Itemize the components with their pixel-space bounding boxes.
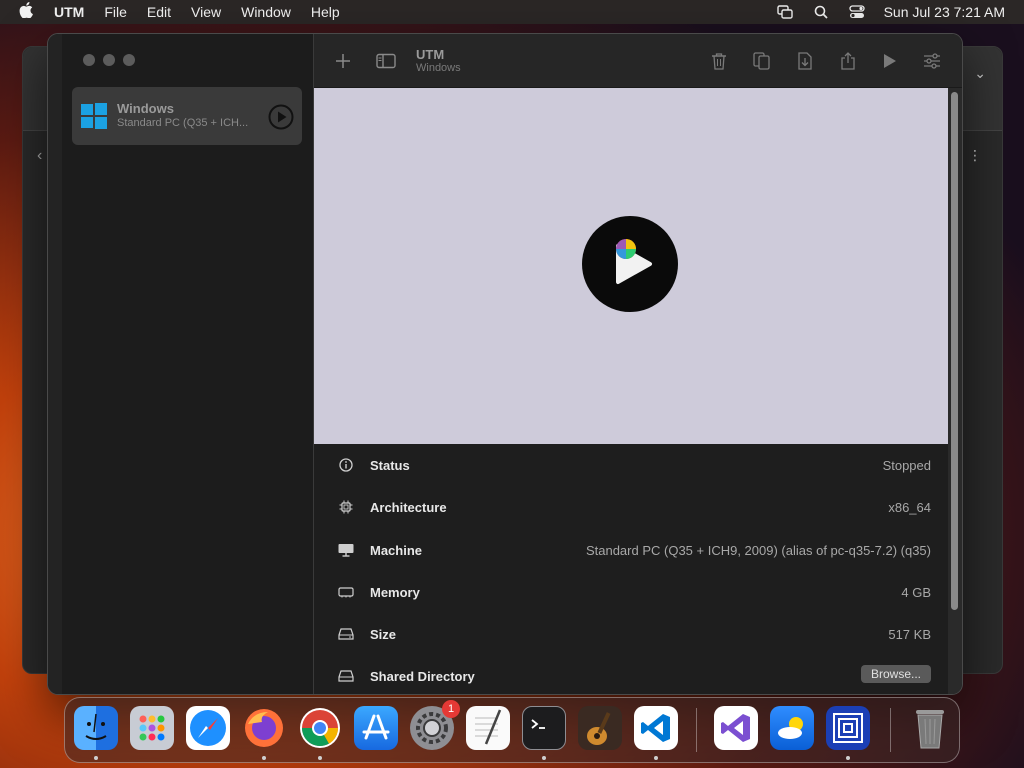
firefox-icon[interactable] bbox=[242, 706, 286, 750]
running-indicator bbox=[94, 756, 98, 760]
vm-details: Status Stopped Architecture x86_64 Machi… bbox=[314, 444, 948, 694]
utm-dock-icon[interactable] bbox=[826, 706, 870, 750]
toolbar-subtitle: Windows bbox=[416, 62, 461, 74]
play-icon-large bbox=[616, 239, 652, 284]
start-vm-button[interactable] bbox=[582, 216, 678, 312]
running-indicator bbox=[542, 756, 546, 760]
zoom-window-button[interactable] bbox=[123, 54, 135, 66]
utm-window: Windows Standard PC (Q35 + ICH... UTM Wi… bbox=[47, 33, 963, 695]
detail-value: x86_64 bbox=[888, 500, 931, 515]
scrollbar-thumb[interactable] bbox=[951, 92, 958, 610]
detail-row-size: Size 517 KB bbox=[314, 613, 948, 655]
detail-value: 4 GB bbox=[901, 585, 931, 600]
detail-row-status: Status Stopped bbox=[314, 444, 948, 486]
detail-label: Size bbox=[370, 627, 397, 642]
launchpad-icon[interactable] bbox=[130, 706, 174, 750]
window-left-edge bbox=[48, 34, 62, 694]
finder-icon[interactable] bbox=[74, 706, 118, 750]
detail-row-machine: Machine Standard PC (Q35 + ICH9, 2009) (… bbox=[314, 529, 948, 571]
detail-label: Machine bbox=[370, 543, 423, 558]
settings-icon[interactable] bbox=[922, 51, 942, 71]
browse-button[interactable]: Browse... bbox=[860, 665, 931, 683]
weather-icon[interactable] bbox=[770, 706, 814, 750]
menu-edit[interactable]: Edit bbox=[147, 4, 171, 20]
terminal-icon[interactable] bbox=[522, 706, 566, 750]
dock-separator bbox=[696, 708, 697, 752]
add-icon[interactable] bbox=[333, 51, 353, 71]
detail-label: Architecture bbox=[370, 500, 447, 515]
windows-logo-icon bbox=[81, 103, 107, 129]
clone-icon[interactable] bbox=[752, 51, 772, 71]
window-controls bbox=[83, 54, 135, 66]
menu-view[interactable]: View bbox=[191, 4, 221, 20]
play-icon[interactable] bbox=[880, 51, 900, 71]
menu-clock[interactable]: Sun Jul 23 7:21 AM bbox=[884, 4, 1005, 20]
cpu-icon bbox=[338, 499, 354, 515]
display-icon bbox=[338, 542, 354, 558]
visual-studio-icon[interactable] bbox=[714, 706, 758, 750]
vscode-icon[interactable] bbox=[634, 706, 678, 750]
info-icon bbox=[338, 457, 354, 473]
menu-window[interactable]: Window bbox=[241, 4, 291, 20]
detail-row-shared-directory: Shared Directory Browse... bbox=[314, 655, 948, 694]
download-icon[interactable] bbox=[795, 51, 815, 71]
vm-list-item-windows[interactable]: Windows Standard PC (Q35 + ICH... bbox=[72, 87, 302, 145]
more-options-icon: ⋮ bbox=[968, 147, 982, 163]
vm-name: Windows bbox=[117, 101, 174, 116]
notification-badge: 1 bbox=[442, 700, 460, 718]
detail-value: 517 KB bbox=[888, 627, 931, 642]
running-indicator bbox=[318, 756, 322, 760]
menu-help[interactable]: Help bbox=[311, 4, 340, 20]
detail-value: Stopped bbox=[882, 458, 931, 473]
detail-label: Shared Directory bbox=[370, 669, 475, 684]
menu-file[interactable]: File bbox=[104, 4, 127, 20]
folder-icon bbox=[338, 668, 354, 684]
chrome-icon[interactable] bbox=[298, 706, 342, 750]
menu-app-name[interactable]: UTM bbox=[54, 4, 84, 20]
trash-icon[interactable] bbox=[709, 51, 729, 71]
apple-icon[interactable] bbox=[19, 2, 35, 22]
toolbar-title: UTM bbox=[416, 47, 445, 62]
system-settings-icon[interactable]: 1 bbox=[410, 700, 460, 750]
detail-label: Memory bbox=[370, 585, 420, 600]
menu-bar: UTM File Edit View Window Help Sun Jul 2… bbox=[0, 0, 1024, 24]
back-arrow-icon: ‹ bbox=[37, 147, 43, 164]
sidebar-toggle-icon[interactable] bbox=[376, 51, 396, 71]
running-indicator bbox=[262, 756, 266, 760]
garageband-icon[interactable] bbox=[578, 706, 622, 750]
screen-mirroring-icon[interactable] bbox=[776, 5, 794, 19]
detail-value: Standard PC (Q35 + ICH9, 2009) (alias of… bbox=[585, 543, 931, 558]
vm-sidebar: Windows Standard PC (Q35 + ICH... bbox=[62, 34, 314, 694]
vm-preview bbox=[314, 88, 948, 444]
share-icon[interactable] bbox=[838, 51, 858, 71]
vm-play-icon[interactable] bbox=[268, 104, 294, 130]
control-center-icon[interactable] bbox=[848, 5, 866, 19]
detail-row-memory: Memory 4 GB bbox=[314, 571, 948, 613]
close-window-button[interactable] bbox=[83, 54, 95, 66]
running-indicator bbox=[654, 756, 658, 760]
app-store-icon[interactable] bbox=[354, 706, 398, 750]
spotlight-search-icon[interactable] bbox=[812, 5, 830, 19]
textedit-icon[interactable] bbox=[466, 706, 510, 750]
running-indicator bbox=[846, 756, 850, 760]
vm-description: Standard PC (Q35 + ICH... bbox=[117, 117, 249, 129]
detail-row-architecture: Architecture x86_64 bbox=[314, 486, 948, 528]
dock-separator bbox=[890, 708, 891, 752]
detail-label: Status bbox=[370, 458, 410, 473]
safari-icon[interactable] bbox=[186, 706, 230, 750]
dock: 1 bbox=[64, 697, 960, 763]
details-scrollbar[interactable] bbox=[948, 88, 962, 694]
toolbar: UTM Windows bbox=[314, 34, 962, 88]
drive-icon bbox=[338, 626, 354, 642]
minimize-window-button[interactable] bbox=[103, 54, 115, 66]
chevron-down-icon: ⌄ bbox=[974, 65, 986, 81]
memory-icon bbox=[338, 584, 354, 600]
trash-dock-icon[interactable] bbox=[908, 706, 952, 750]
